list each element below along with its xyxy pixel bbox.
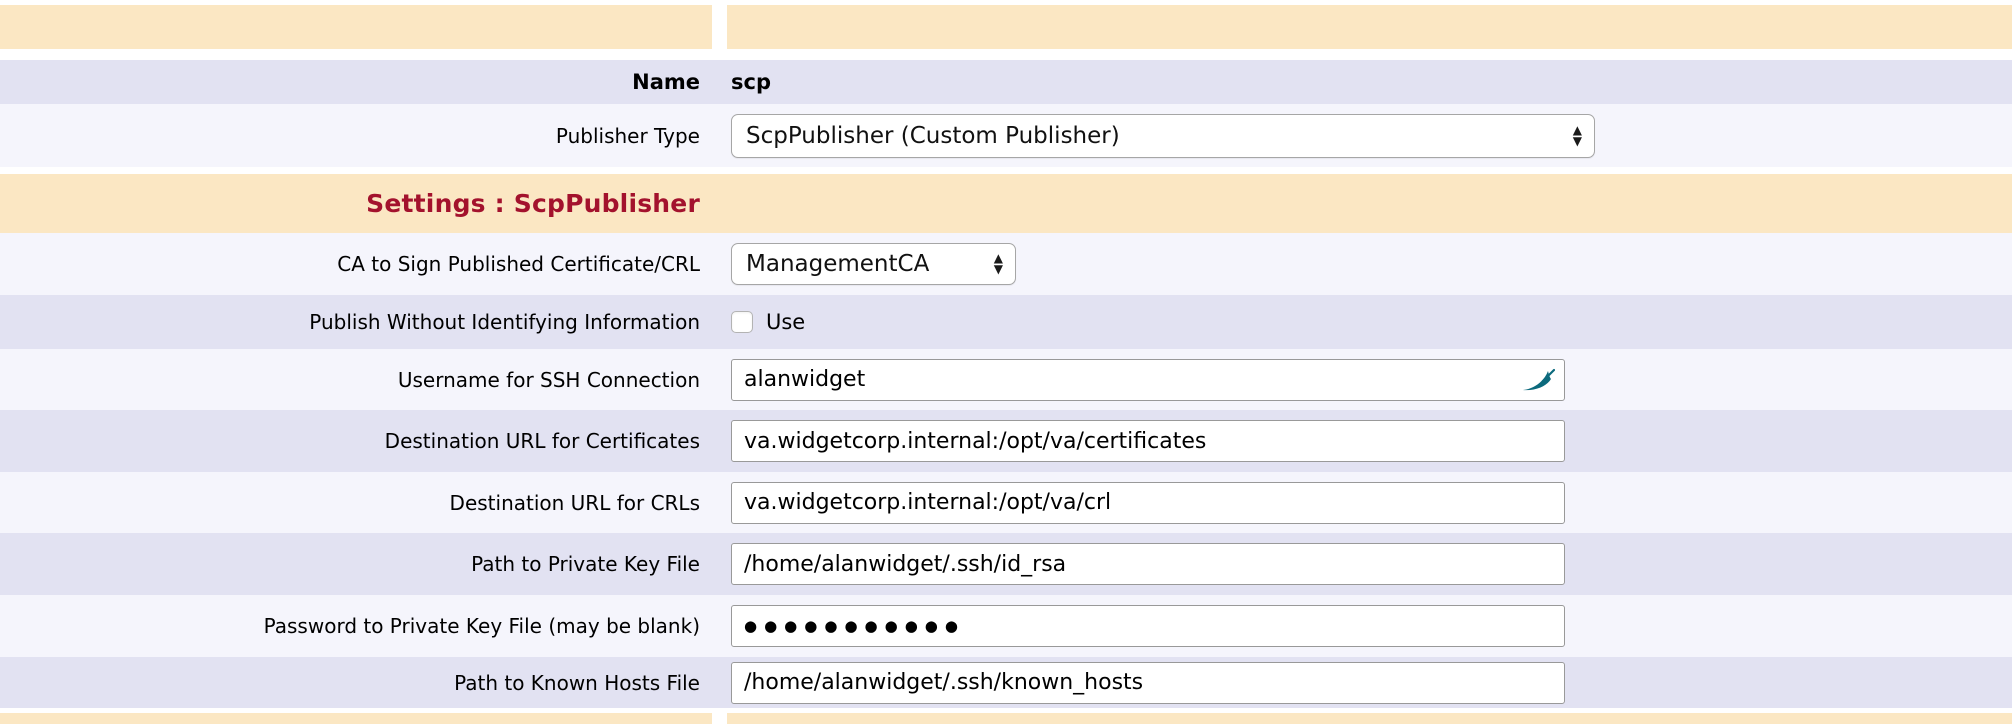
publisher-type-select[interactable]: ScpPublisher (Custom Publisher) ▲▼ xyxy=(731,114,1595,158)
bottom-band-right-cell xyxy=(727,713,2012,724)
name-label: Name xyxy=(632,70,700,94)
known-hosts-path-input[interactable] xyxy=(731,662,1565,704)
row-publish-without-info: Publish Without Identifying Information … xyxy=(0,295,2012,349)
edit-publisher-page: Name scp Publisher Type ScpPublisher (Cu… xyxy=(0,0,2012,724)
crl-url-label: Destination URL for CRLs xyxy=(450,491,700,515)
publish-without-info-label: Publish Without Identifying Information xyxy=(309,310,700,334)
cert-url-input[interactable] xyxy=(731,420,1565,462)
ssh-username-label: Username for SSH Connection xyxy=(398,368,700,392)
row-spacer xyxy=(0,167,2012,174)
use-checkbox[interactable] xyxy=(731,311,753,333)
row-ca-sign: CA to Sign Published Certificate/CRL Man… xyxy=(0,233,2012,295)
private-key-path-input[interactable] xyxy=(731,543,1565,585)
row-private-key-path: Path to Private Key File xyxy=(0,533,2012,595)
row-spacer xyxy=(0,49,2012,60)
known-hosts-path-label: Path to Known Hosts File xyxy=(454,671,700,695)
private-key-password-input[interactable] xyxy=(731,605,1565,647)
settings-section-title: Settings : ScpPublisher xyxy=(0,189,712,218)
use-checkbox-label: Use xyxy=(766,310,805,334)
row-publisher-type: Publisher Type ScpPublisher (Custom Publ… xyxy=(0,104,2012,167)
row-name: Name scp xyxy=(0,60,2012,104)
row-cert-url: Destination URL for Certificates xyxy=(0,410,2012,472)
column-gutter xyxy=(712,5,727,49)
publisher-type-selected-value: ScpPublisher (Custom Publisher) xyxy=(746,123,1120,149)
private-key-path-label: Path to Private Key File xyxy=(471,552,700,576)
dashlane-autofill-icon[interactable] xyxy=(1521,366,1555,394)
top-header-band-right-cell xyxy=(727,5,2012,49)
row-crl-url: Destination URL for CRLs xyxy=(0,472,2012,533)
private-key-password-label: Password to Private Key File (may be bla… xyxy=(264,614,700,638)
ssh-username-input[interactable] xyxy=(731,359,1565,401)
publisher-type-label: Publisher Type xyxy=(556,124,700,148)
top-header-band xyxy=(0,5,2012,49)
ca-sign-label: CA to Sign Published Certificate/CRL xyxy=(337,252,700,276)
row-ssh-username: Username for SSH Connection xyxy=(0,349,2012,410)
ca-sign-select[interactable]: ManagementCA ▲▼ xyxy=(731,243,1016,285)
row-known-hosts-path: Path to Known Hosts File xyxy=(0,657,2012,708)
top-header-band-left-cell xyxy=(0,5,712,49)
row-private-key-password: Password to Private Key File (may be bla… xyxy=(0,595,2012,657)
ca-sign-selected-value: ManagementCA xyxy=(746,251,929,277)
crl-url-input[interactable] xyxy=(731,482,1565,524)
column-gutter xyxy=(712,713,727,724)
select-updown-arrows-icon: ▲▼ xyxy=(1573,125,1582,147)
bottom-band-left-cell xyxy=(0,713,712,724)
name-value: scp xyxy=(731,70,771,94)
settings-section-band: Settings : ScpPublisher xyxy=(0,174,2012,233)
bottom-band xyxy=(0,713,2012,724)
select-updown-arrows-icon: ▲▼ xyxy=(994,253,1003,275)
cert-url-label: Destination URL for Certificates xyxy=(385,429,700,453)
